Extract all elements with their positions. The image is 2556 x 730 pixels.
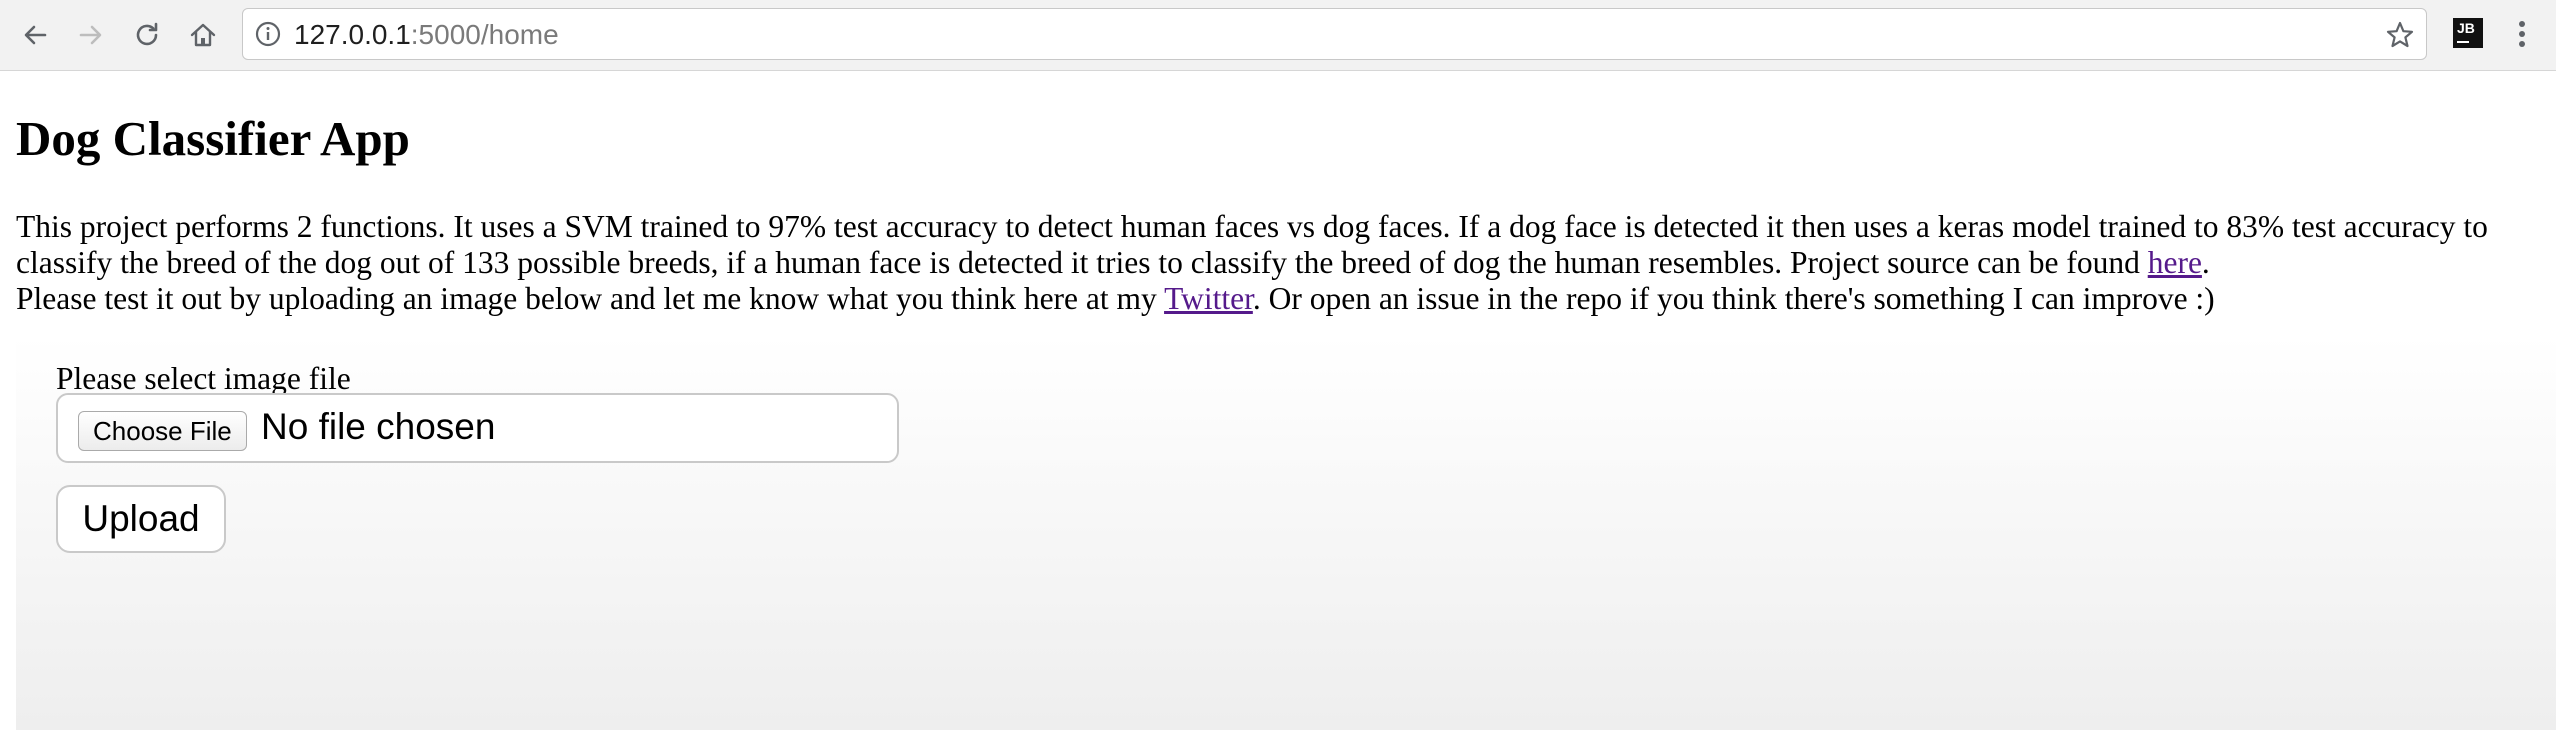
page-title: Dog Classifier App	[16, 111, 410, 166]
intro-text: This project performs 2 functions. It us…	[16, 209, 2546, 317]
twitter-link[interactable]: Twitter	[1164, 281, 1253, 316]
source-link[interactable]: here	[2148, 245, 2202, 280]
address-bar[interactable]: 127.0.0.1:5000/home	[242, 8, 2427, 60]
upload-button[interactable]: Upload	[56, 485, 226, 553]
upload-form-panel: Please select image file Choose File No …	[16, 335, 2556, 730]
reload-button[interactable]	[126, 14, 168, 56]
back-icon	[24, 25, 47, 45]
intro-part3: Please test it out by uploading an image…	[16, 281, 1165, 316]
url-path: :5000/home	[410, 19, 559, 50]
choose-file-button[interactable]: Choose File	[78, 411, 247, 451]
jetbrains-extension-icon[interactable]: JB	[2453, 18, 2483, 48]
home-icon	[190, 23, 216, 47]
intro-part2: .	[2201, 245, 2210, 280]
extension-badge-label: JB	[2457, 20, 2475, 36]
back-button[interactable]	[14, 14, 56, 56]
browser-toolbar: 127.0.0.1:5000/home JB	[0, 0, 2556, 71]
file-input[interactable]: Choose File No file chosen	[56, 393, 899, 463]
star-icon[interactable]	[2384, 19, 2416, 51]
intro-part1: This project performs 2 functions. It us…	[16, 209, 2488, 280]
info-icon[interactable]	[253, 19, 283, 49]
file-label: Please select image file	[56, 361, 351, 396]
home-button[interactable]	[182, 14, 224, 56]
page-content: Dog Classifier App This project performs…	[0, 71, 2556, 730]
url-host: 127.0.0.1	[294, 19, 411, 50]
reload-icon	[136, 22, 158, 46]
menu-kebab-icon[interactable]	[2507, 16, 2537, 52]
forward-button[interactable]	[70, 14, 112, 56]
intro-part4: . Or open an issue in the repo if you th…	[1252, 281, 2215, 316]
no-file-text: No file chosen	[261, 406, 496, 447]
forward-icon	[79, 25, 102, 45]
url-text[interactable]: 127.0.0.1:5000/home	[294, 19, 559, 51]
